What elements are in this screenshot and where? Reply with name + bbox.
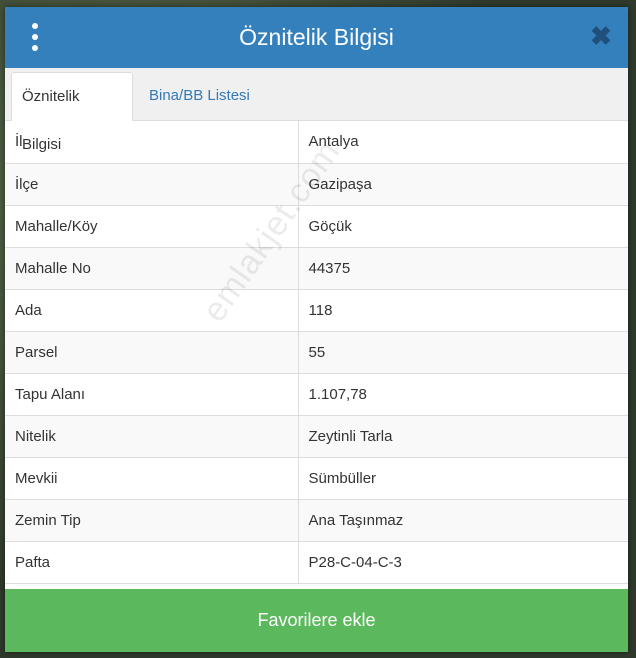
attribute-value: 55	[298, 331, 628, 374]
dialog-header: Öznitelik Bilgisi ✖	[5, 7, 628, 68]
attribute-value: Antalya	[298, 121, 628, 164]
attribute-value: Göçük	[298, 205, 628, 248]
attribute-table: İl Antalya İlçe Gazipaşa Mahalle/Köy Göçük Mah…	[5, 121, 628, 584]
close-icon[interactable]: ✖	[588, 21, 614, 51]
attribute-info-dialog: Öznitelik Bilgisi ✖ Öznitelik Bilgisi Bi…	[5, 7, 628, 652]
attribute-value: Gazipaşa	[298, 163, 628, 206]
table-row: Pafta P28-C-04-C-3	[5, 541, 628, 584]
attribute-value: 44375	[298, 247, 628, 290]
menu-dot	[32, 23, 38, 29]
kebab-menu-icon[interactable]	[25, 23, 45, 51]
attribute-key: Zemin Tip	[5, 499, 299, 542]
tab-bar: Öznitelik Bilgisi Bina/BB Listesi	[5, 68, 628, 153]
table-row: Mahalle/Köy Göçük	[5, 205, 628, 248]
add-to-favorites-button[interactable]: Favorilere ekle	[5, 589, 628, 652]
attribute-value: Ana Taşınmaz	[298, 499, 628, 542]
menu-dot	[32, 34, 38, 40]
table-row: Zemin Tip Ana Taşınmaz	[5, 499, 628, 542]
table-row: Mevkii Sümbüller	[5, 457, 628, 500]
tab-attribute-info[interactable]: Öznitelik Bilgisi	[11, 72, 133, 153]
table-row: Parsel 55	[5, 331, 628, 374]
attribute-value: 118	[298, 289, 628, 332]
table-row: Nitelik Zeytinli Tarla	[5, 415, 628, 458]
attribute-key: Pafta	[5, 541, 299, 584]
menu-dot	[32, 45, 38, 51]
table-row: Ada 118	[5, 289, 628, 332]
attribute-key: Mahalle/Köy	[5, 205, 299, 248]
table-row: İlçe Gazipaşa	[5, 163, 628, 206]
attribute-key: Tapu Alanı	[5, 373, 299, 416]
tab-building-list[interactable]: Bina/BB Listesi	[139, 72, 260, 120]
attribute-value: Zeytinli Tarla	[298, 415, 628, 458]
table-row: Tapu Alanı 1.107,78	[5, 373, 628, 416]
attribute-key: Mevkii	[5, 457, 299, 500]
attribute-key: Nitelik	[5, 415, 299, 458]
table-row: İl Antalya	[5, 121, 628, 164]
attribute-value: Sümbüller	[298, 457, 628, 500]
attribute-key: İlçe	[5, 163, 299, 206]
attribute-key: Ada	[5, 289, 299, 332]
attribute-key: Mahalle No	[5, 247, 299, 290]
attribute-key: Parsel	[5, 331, 299, 374]
table-row: Mahalle No 44375	[5, 247, 628, 290]
attribute-value: 1.107,78	[298, 373, 628, 416]
attribute-value: P28-C-04-C-3	[298, 541, 628, 584]
dialog-title: Öznitelik Bilgisi	[239, 24, 394, 50]
